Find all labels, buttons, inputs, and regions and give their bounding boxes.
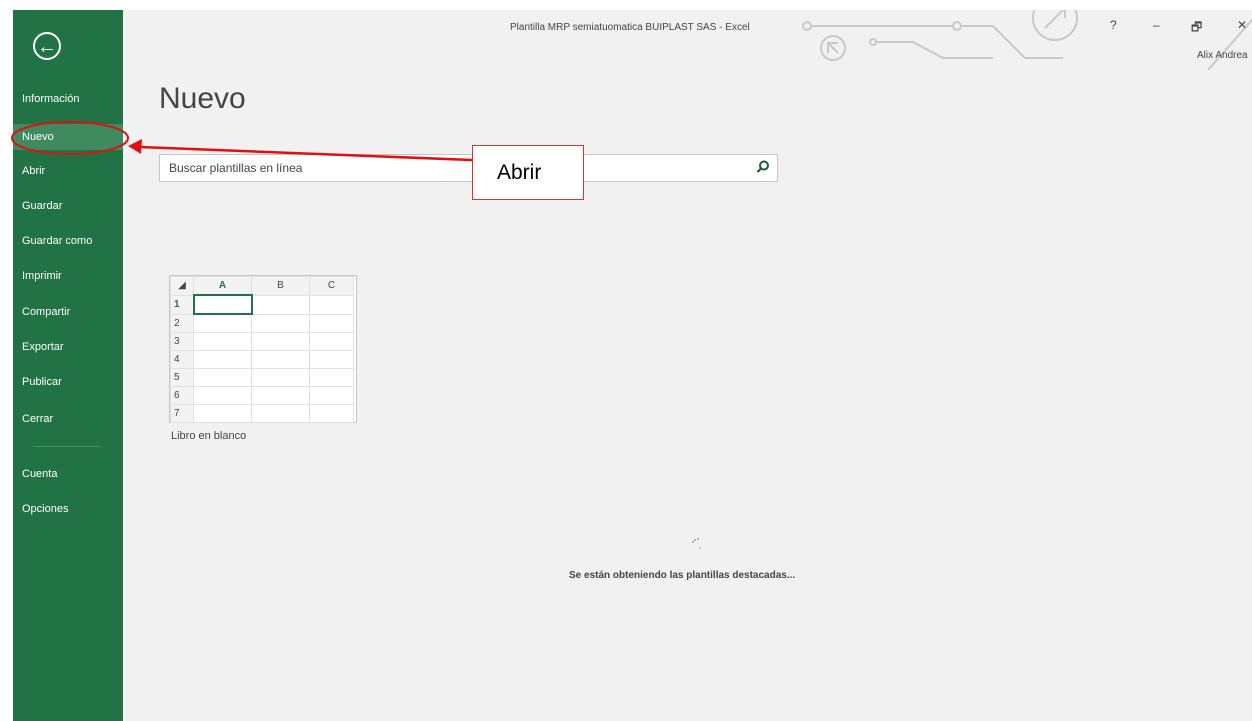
- blank-workbook-thumbnail[interactable]: ◢ A B C 1 2 3 4 5 6 7: [169, 275, 357, 423]
- blank-workbook-label[interactable]: Libro en blanco: [171, 430, 246, 442]
- active-cell: [192, 294, 253, 315]
- blank-workbook-grid: ◢ A B C 1 2 3 4 5 6 7: [170, 276, 354, 423]
- sidebar-item-informacion[interactable]: Información: [13, 86, 123, 112]
- sidebar-item-compartir[interactable]: Compartir: [13, 299, 123, 325]
- sidebar-item-publicar[interactable]: Publicar: [13, 369, 123, 395]
- page-title: Nuevo: [159, 82, 246, 115]
- sidebar-item-guardar[interactable]: Guardar: [13, 193, 123, 219]
- restore-icon[interactable]: 🗗: [1191, 18, 1202, 39]
- column-header: A: [193, 276, 252, 296]
- annotation-callout: Abrir: [472, 145, 584, 200]
- loading-featured-templates-text: Se están obteniendo las plantillas desta…: [569, 570, 796, 581]
- circuit-decoration: [802, 10, 1252, 70]
- sidebar-item-cuenta[interactable]: Cuenta: [13, 461, 123, 487]
- excel-backstage-window: ← Información Nuevo Abrir Guardar Guarda…: [13, 10, 1252, 721]
- sidebar-item-abrir[interactable]: Abrir: [13, 158, 123, 184]
- minimize-icon[interactable]: –: [1153, 18, 1160, 32]
- back-arrow-icon[interactable]: ←: [33, 32, 61, 60]
- sidebar-item-nuevo[interactable]: Nuevo: [13, 124, 123, 150]
- search-icon[interactable]: [755, 159, 771, 175]
- grid-corner: ◢: [170, 276, 194, 296]
- close-icon[interactable]: ✕: [1237, 18, 1247, 32]
- row-header: 1: [170, 294, 194, 315]
- window-title: Plantilla MRP semiatuomatica BUIPLAST SA…: [510, 22, 750, 33]
- sidebar-item-exportar[interactable]: Exportar: [13, 334, 123, 360]
- sidebar-item-imprimir[interactable]: Imprimir: [13, 263, 123, 289]
- row-header: 4: [170, 350, 194, 369]
- search-placeholder: Buscar plantillas en línea: [169, 161, 303, 175]
- row-header: 2: [170, 313, 194, 333]
- row-header: 7: [170, 404, 194, 423]
- loading-spinner-icon: [692, 538, 701, 549]
- backstage-sidebar: ← Información Nuevo Abrir Guardar Guarda…: [13, 10, 123, 721]
- sidebar-divider: [33, 446, 101, 447]
- column-header: B: [251, 276, 310, 296]
- help-icon[interactable]: ?: [1110, 18, 1117, 32]
- row-header: 3: [170, 332, 194, 351]
- template-search-input[interactable]: Buscar plantillas en línea: [159, 154, 778, 182]
- row-header: 6: [170, 386, 194, 405]
- user-account-name[interactable]: Alix Andrea: [1197, 50, 1248, 61]
- row-header: 5: [170, 368, 194, 387]
- sidebar-item-guardar-como[interactable]: Guardar como: [13, 228, 123, 254]
- sidebar-item-opciones[interactable]: Opciones: [13, 496, 123, 522]
- sidebar-item-cerrar[interactable]: Cerrar: [13, 406, 123, 432]
- column-header: C: [309, 276, 354, 296]
